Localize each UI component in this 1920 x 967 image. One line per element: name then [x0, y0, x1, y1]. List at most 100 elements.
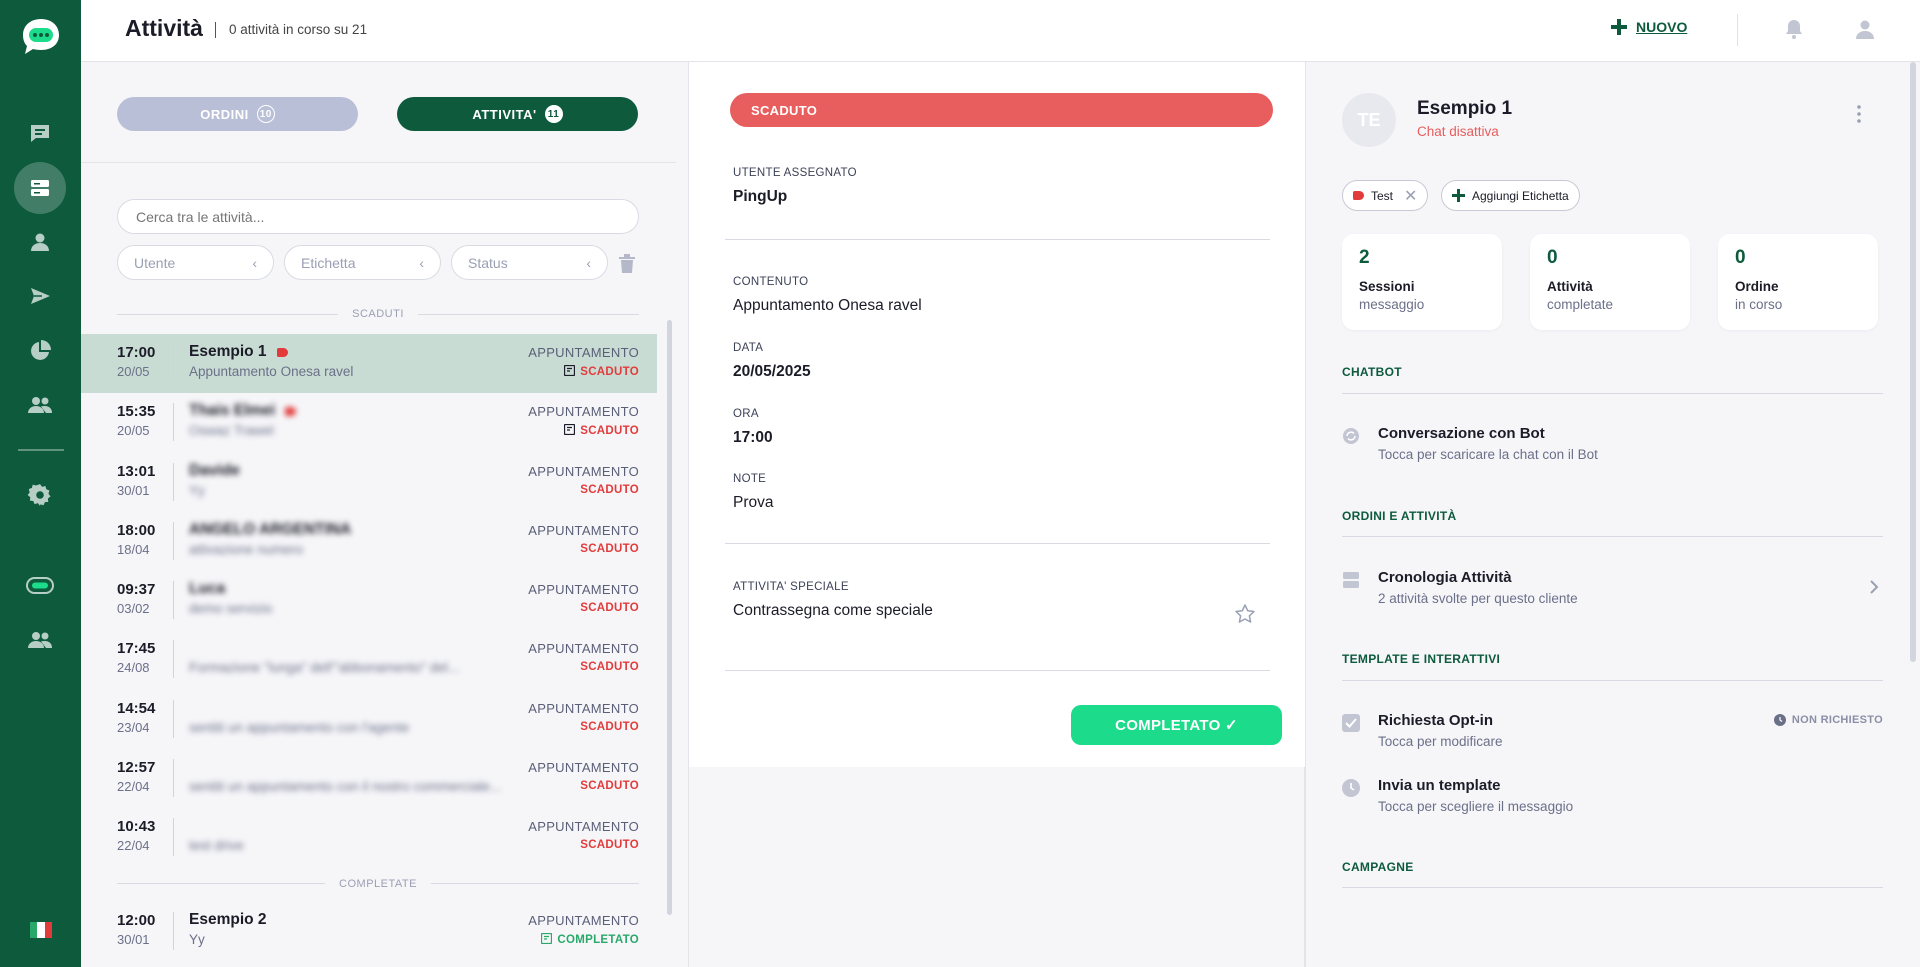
divider	[725, 239, 1270, 240]
optin-status-badge: NON RICHIESTO	[1773, 714, 1883, 726]
tab-activities-count: 11	[544, 105, 563, 123]
team-icon[interactable]	[14, 614, 66, 666]
item-date: 23/04	[117, 719, 150, 735]
note-icon	[564, 424, 576, 438]
star-icon[interactable]	[1234, 603, 1256, 630]
item-status: SCADUTO	[580, 780, 639, 792]
content-value[interactable]: Appuntamento Onesa ravel	[733, 297, 922, 315]
item-description: Yy	[189, 931, 205, 947]
bot-conversation-item[interactable]: Conversazione con Bot Tocca per scaricar…	[1342, 425, 1883, 469]
filter-user[interactable]: Utente ‹	[117, 245, 274, 280]
item-time: 09:37	[117, 581, 156, 599]
list-item[interactable]: 09:37 03/02 Luca demo servizio APPUNTAMENTO S…	[81, 571, 657, 630]
tab-orders-label: ORDINI	[200, 106, 249, 122]
item-separator	[173, 403, 174, 442]
chevron-left-icon: ‹	[252, 254, 257, 271]
title-separator	[215, 22, 216, 38]
item-status: SCADUTO	[580, 839, 639, 851]
add-tag-button[interactable]: Aggiungi Etichetta	[1441, 180, 1580, 211]
list-item[interactable]: 12:00 30/01 Esempio 2 Yy APPUNTAMENTO COMPLET…	[81, 902, 657, 961]
stat-card-sessions: 2 Sessioni messaggio	[1342, 234, 1502, 330]
italy-flag-icon[interactable]	[30, 922, 52, 938]
activity-history-title: Cronologia Attività	[1378, 569, 1512, 586]
chevron-left-icon: ‹	[419, 254, 424, 271]
complete-button[interactable]: COMPLETATO ✓	[1071, 705, 1282, 745]
header-separator	[1737, 14, 1738, 46]
item-name: Esempio 2	[189, 911, 267, 929]
search-input[interactable]	[117, 199, 639, 234]
users-icon[interactable]	[14, 379, 66, 431]
activity-history-item[interactable]: Cronologia Attività 2 attività svolte pe…	[1342, 569, 1883, 613]
customer-name: Esempio 1	[1417, 98, 1513, 119]
optin-subtitle: Tocca per modificare	[1378, 734, 1503, 749]
list-item[interactable]: 17:00 20/05 Esempio 1 Appuntamento Onesa ra…	[81, 334, 657, 394]
list-item[interactable]: 14:54 23/04 sentiti un appuntamento con l'…	[81, 690, 657, 749]
item-date: 22/04	[117, 838, 150, 854]
tab-activities-label: ATTIVITA'	[472, 106, 537, 122]
pie-chart-icon[interactable]	[14, 325, 66, 377]
item-type: APPUNTAMENTO	[528, 912, 639, 928]
list-item[interactable]: 13:01 30/01 Davide Yy APPUNTAMENTO SCADUTO	[81, 453, 657, 512]
item-time: 18:00	[117, 521, 156, 539]
item-separator	[173, 462, 174, 501]
page-title: Attività	[125, 15, 203, 41]
item-time: 13:01	[117, 462, 156, 480]
list-item[interactable]: 18:00 18/04 ANGELO ARGENTINA attivazione nu…	[81, 512, 657, 571]
divider	[81, 162, 676, 163]
list-item[interactable]: 15:35 20/05 Thais Elmei Oswaz Trawel APPUNTA…	[81, 393, 657, 452]
activity-list: 17:00 20/05 Esempio 1 Appuntamento Onesa ra…	[81, 334, 657, 961]
item-type: APPUNTAMENTO	[528, 463, 639, 479]
scrollbar[interactable]	[667, 320, 672, 915]
send-template-item[interactable]: Invia un template Tocca per scegliere il…	[1342, 777, 1883, 821]
item-description: demo servizio	[189, 601, 273, 617]
settings-icon[interactable]	[14, 469, 66, 521]
sidebar	[0, 0, 81, 967]
chat-icon[interactable]	[14, 107, 66, 159]
account-icon[interactable]	[1854, 18, 1876, 45]
notes-value[interactable]: Prova	[733, 494, 774, 512]
optin-request-item[interactable]: Richiesta Opt-in Tocca per modificare NO…	[1342, 712, 1883, 756]
send-icon[interactable]	[14, 270, 66, 322]
item-description: Appuntamento Onesa ravel	[189, 364, 354, 379]
checkbox-icon[interactable]	[1342, 714, 1360, 737]
item-status-label: SCADUTO	[580, 542, 639, 555]
filter-label[interactable]: Etichetta ‹	[284, 245, 441, 280]
tag-chip[interactable]: Test ✕	[1342, 180, 1429, 211]
divider	[1342, 393, 1883, 394]
item-type: APPUNTAMENTO	[528, 760, 639, 776]
section-completed-wrapper: COMPLETATE	[81, 868, 657, 902]
trash-icon[interactable]	[618, 254, 636, 279]
chatbot-icon[interactable]	[14, 560, 66, 612]
date-value[interactable]: 20/05/2025	[733, 363, 811, 381]
app-logo[interactable]	[20, 16, 62, 58]
divider	[1342, 536, 1883, 537]
filter-status[interactable]: Status ‹	[451, 245, 608, 280]
user-icon[interactable]	[14, 216, 66, 268]
stat-sublabel: completate	[1547, 297, 1614, 312]
assigned-user-value[interactable]: PingUp	[733, 188, 787, 206]
time-value[interactable]: 17:00	[733, 429, 773, 447]
bell-icon[interactable]	[1783, 18, 1805, 45]
item-name-text: Esempio 2	[189, 910, 267, 928]
item-status: COMPLETATO	[541, 932, 639, 947]
item-description: Yy	[189, 482, 205, 498]
list-item[interactable]: 17:45 24/08 Formazione "lunga" dell'"abbon…	[81, 630, 657, 689]
scrollbar[interactable]	[1910, 62, 1916, 662]
item-status: SCADUTO	[580, 543, 639, 555]
item-status: SCADUTO	[580, 484, 639, 496]
item-name-text: Luca	[189, 580, 226, 598]
item-name-text: ANGELO ARGENTINA	[189, 520, 352, 538]
tab-orders[interactable]: ORDINI 10	[117, 97, 358, 131]
list-item[interactable]: 12:57 22/04 sentiti un appuntamento con il…	[81, 749, 657, 808]
item-status-label: SCADUTO	[580, 425, 639, 438]
item-status: SCADUTO	[564, 424, 639, 438]
filter-status-label: Status	[468, 254, 508, 271]
avatar[interactable]: TE	[1342, 93, 1396, 147]
item-status-label: SCADUTO	[580, 483, 639, 496]
close-icon[interactable]: ✕	[1404, 186, 1417, 206]
tab-activities[interactable]: ATTIVITA' 11	[397, 97, 638, 131]
list-icon[interactable]	[14, 162, 66, 214]
new-button[interactable]: NUOVO	[1610, 18, 1687, 36]
list-item[interactable]: 10:43 22/04 test drive APPUNTAMENTO SCADUTO	[81, 808, 657, 867]
more-options-icon[interactable]	[1856, 104, 1862, 129]
